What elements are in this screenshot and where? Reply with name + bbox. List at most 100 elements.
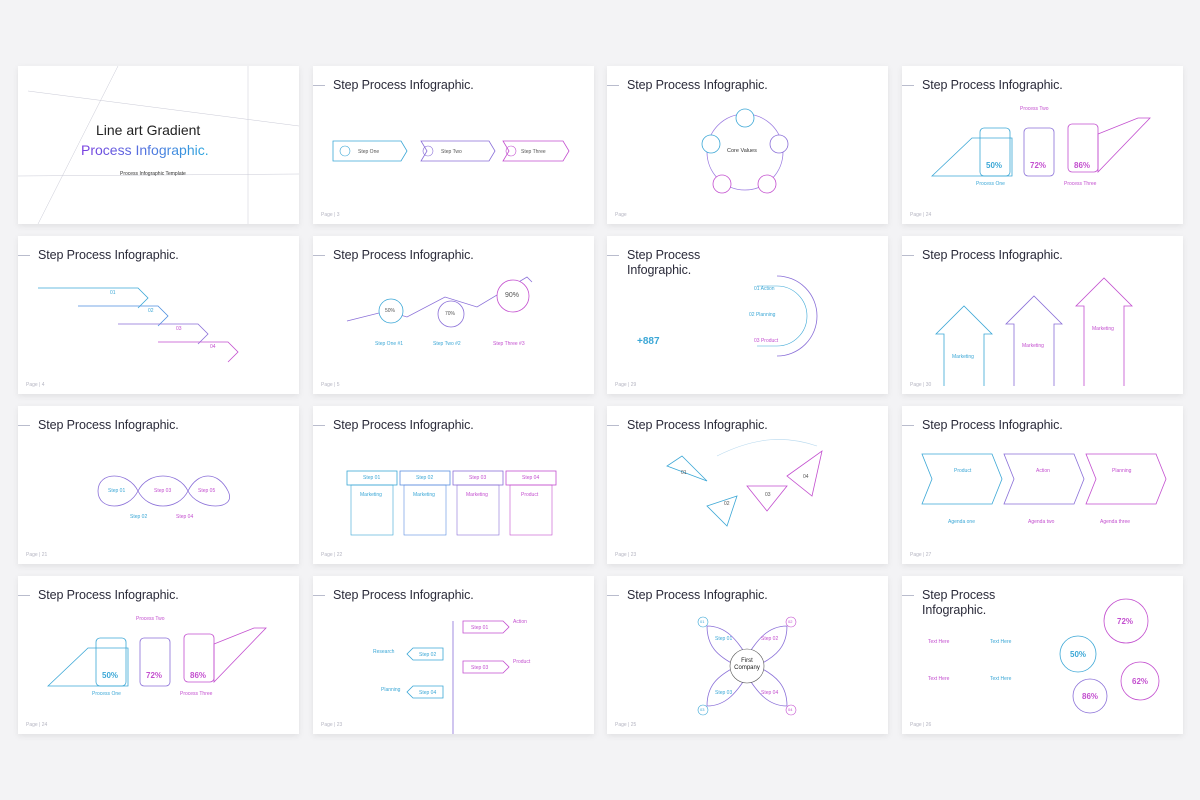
item: 03 Product — [754, 338, 779, 344]
chevron-label: Planning — [1112, 468, 1132, 474]
slide-12[interactable]: Step Process Infographic. Product Action… — [902, 406, 1183, 564]
page-number: Page | 26 — [910, 722, 932, 728]
agenda: Agenda one — [948, 519, 975, 525]
page-number: Page | 30 — [910, 382, 932, 388]
page-number: Page | 3 — [321, 212, 340, 218]
col-label: Marketing — [360, 492, 382, 498]
slide-10[interactable]: Step Process Infographic. Step 01 Step 0… — [313, 406, 594, 564]
center-label: Core Values — [727, 148, 757, 154]
center-label: First Company — [734, 658, 760, 671]
slide-grid: Line art Gradient Process Infographic. P… — [18, 66, 1188, 736]
process-top: Process Two — [1020, 106, 1049, 112]
pct: 50% — [986, 161, 1003, 170]
pct: 50% — [1070, 650, 1087, 659]
parallelogram-process — [46, 627, 267, 687]
slide-13[interactable]: Step Process Infographic. Process Two 50… — [18, 576, 299, 734]
slide-4[interactable]: Step Process Infographic. Process Two 50… — [902, 66, 1183, 224]
process-right: Process Three — [1064, 181, 1097, 187]
label: Research — [373, 649, 395, 655]
item: Marketing — [1092, 326, 1114, 332]
label: Product — [513, 659, 531, 665]
item: Marketing — [952, 354, 974, 360]
num: 04 — [803, 474, 809, 480]
num: 02 — [788, 619, 793, 624]
num: 03 — [176, 326, 182, 332]
page-number: Page | 23 — [615, 552, 637, 558]
pct: 72% — [1030, 161, 1047, 170]
step-label: Step One — [358, 149, 380, 155]
slide-6[interactable]: Step Process Infographic. 50% 70% 90% St… — [313, 236, 594, 394]
num: 04 — [788, 707, 793, 712]
pct: 72% — [1117, 617, 1134, 626]
label: Action — [513, 619, 527, 625]
col-head: Step 03 — [469, 475, 487, 481]
slide-9[interactable]: Step Process Infographic. Step 01 Step 0… — [18, 406, 299, 564]
pct: 90% — [505, 292, 520, 299]
chevron-label: Action — [1036, 468, 1050, 474]
process-left: Process One — [92, 691, 121, 697]
chevron-label: Product — [954, 468, 972, 474]
num: 03 — [700, 707, 705, 712]
col-head: Step 02 — [416, 475, 434, 481]
cover-subtitle: Process Infographic Template — [120, 171, 186, 177]
slide-cover[interactable]: Line art Gradient Process Infographic. P… — [18, 66, 299, 224]
num: 01 — [110, 290, 116, 296]
page-number: Page — [615, 212, 627, 218]
cover-title-line2: Process Infographic. — [81, 142, 209, 158]
process-left: Process One — [976, 181, 1005, 187]
num: 02 — [724, 501, 730, 507]
slide-2[interactable]: Step Process Infographic. Step One Step … — [313, 66, 594, 224]
num: 03 — [765, 492, 771, 498]
sign: Step 04 — [419, 690, 437, 696]
text-here: Text Here — [928, 676, 950, 682]
step: Step 05 — [198, 488, 216, 494]
bubble-rings — [1059, 598, 1160, 714]
house-arrows — [935, 277, 1133, 386]
chevron-row — [921, 453, 1167, 505]
col-head: Step 01 — [363, 475, 381, 481]
step-label: Step Two #2 — [433, 341, 461, 347]
stair-arrows — [38, 287, 239, 363]
pct: 86% — [1082, 692, 1099, 701]
page-number: Page | 27 — [910, 552, 932, 558]
wave-loop — [97, 475, 230, 507]
flower-diagram — [697, 616, 797, 716]
process-right: Process Three — [180, 691, 213, 697]
pct: 72% — [146, 671, 163, 680]
text-here: Text Here — [990, 676, 1012, 682]
step-label: Step Three — [521, 149, 546, 155]
columns — [346, 470, 557, 536]
slide-8[interactable]: Step Process Infographic. Marketing Mark… — [902, 236, 1183, 394]
slide-15[interactable]: Step Process Infographic. First Company … — [607, 576, 888, 734]
slide-11[interactable]: Step Process Infographic. 01 02 03 04 Pa… — [607, 406, 888, 564]
slide-14[interactable]: Step Process Infographic. Action Researc… — [313, 576, 594, 734]
step: Step 04 — [761, 690, 779, 696]
label: Planning — [381, 687, 401, 693]
sign: Step 01 — [471, 625, 489, 631]
item: 02 Planning — [749, 312, 776, 318]
pct: 70% — [445, 311, 456, 317]
text-here: Text Here — [990, 639, 1012, 645]
step: Step 04 — [176, 514, 194, 520]
slide-5[interactable]: Step Process Infographic. 01 02 03 04 Pa… — [18, 236, 299, 394]
cycle-diagram — [701, 108, 789, 194]
text-here: Text Here — [928, 639, 950, 645]
sign: Step 03 — [471, 665, 489, 671]
pct: 50% — [385, 308, 396, 314]
slide-16[interactable]: Step Process Infographic. Text Here Text … — [902, 576, 1183, 734]
item: 01 Action — [754, 286, 775, 292]
pct: 86% — [190, 671, 207, 680]
step: Step 03 — [154, 488, 172, 494]
num: 04 — [210, 344, 216, 350]
step: Step 02 — [130, 514, 148, 520]
page-number: Page | 23 — [321, 722, 343, 728]
semicircle-diagram — [757, 275, 818, 357]
page-number: Page | 21 — [26, 552, 48, 558]
sign: Step 02 — [419, 652, 437, 658]
slide-7[interactable]: Step Process Infographic. +887 01 Action … — [607, 236, 888, 394]
signpost — [406, 620, 510, 734]
slide-3[interactable]: Step Process Infographic. Core Values Pa… — [607, 66, 888, 224]
page-number: Page | 29 — [615, 382, 637, 388]
step: Step 02 — [761, 636, 779, 642]
step-label: Step One #1 — [375, 341, 404, 347]
